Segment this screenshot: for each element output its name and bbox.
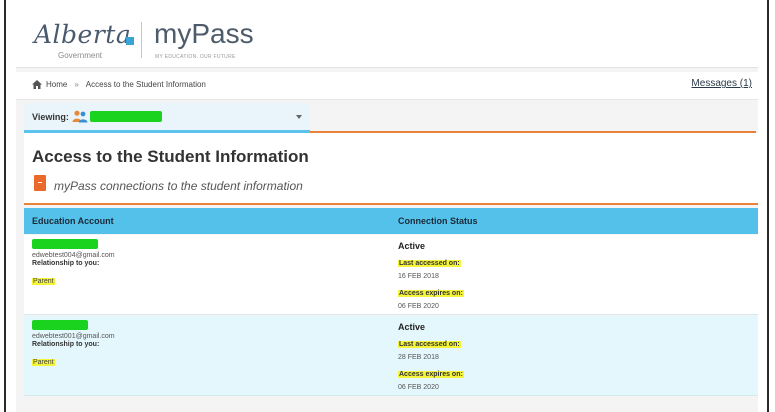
alberta-logo-square <box>126 37 134 45</box>
redacted-student-name <box>90 111 162 122</box>
access-expires-label: Access expires on: <box>398 371 464 378</box>
logo-divider <box>141 22 142 58</box>
last-accessed-date: 28 FEB 2018 <box>398 354 439 361</box>
status-cell: Active Last accessed on: 28 FEB 2018 Acc… <box>398 322 598 393</box>
site-header: Alberta Government myPass MY EDUCATION. … <box>16 6 758 68</box>
breadcrumb-home[interactable]: Home <box>46 80 67 89</box>
table-header: Education Account Connection Status <box>24 208 758 234</box>
access-expires-date: 06 FEB 2020 <box>398 384 439 391</box>
column-header-education-account: Education Account <box>32 216 114 226</box>
access-expires-date: 06 FEB 2020 <box>398 303 439 310</box>
browser-frame: Alberta Government myPass MY EDUCATION. … <box>4 0 769 412</box>
column-header-connection-status: Connection Status <box>398 216 478 226</box>
breadcrumb: Home » Access to the Student Information <box>32 80 206 89</box>
redacted-account-name <box>32 239 98 249</box>
relationship-value: Parent <box>32 359 55 366</box>
messages-link[interactable]: Messages (1) <box>691 78 752 89</box>
home-icon[interactable] <box>32 80 42 89</box>
mypass-tagline: MY EDUCATION. OUR FUTURE <box>155 54 236 60</box>
viewing-label: Viewing: <box>32 112 69 122</box>
page-container: Alberta Government myPass MY EDUCATION. … <box>16 6 758 412</box>
breadcrumb-bar: Home » Access to the Student Information… <box>16 72 758 100</box>
relationship-value: Parent <box>32 278 55 285</box>
account-cell: edwebtest001@gmail.com Relationship to y… <box>32 320 332 369</box>
alberta-government-text: Government <box>58 51 103 60</box>
table-row: edwebtest004@gmail.com Relationship to y… <box>24 235 758 315</box>
breadcrumb-current: Access to the Student Information <box>85 80 206 89</box>
account-email: edwebtest001@gmail.com <box>32 333 115 340</box>
page-title: Access to the Student Information <box>32 147 309 166</box>
relationship-label: Relationship to you: <box>32 341 100 348</box>
account-email: edwebtest004@gmail.com <box>32 252 115 259</box>
table-row: edwebtest001@gmail.com Relationship to y… <box>24 316 758 396</box>
page-subtitle: myPass connections to the student inform… <box>54 179 303 193</box>
last-accessed-label: Last accessed on: <box>398 260 461 267</box>
mypass-logo-text: myPass <box>154 18 254 49</box>
status-cell: Active Last accessed on: 16 FEB 2018 Acc… <box>398 241 598 312</box>
last-accessed-label: Last accessed on: <box>398 341 461 348</box>
relationship-label: Relationship to you: <box>32 260 100 267</box>
document-icon <box>34 175 46 191</box>
connection-status: Active <box>398 322 426 332</box>
chevron-down-icon[interactable] <box>296 115 302 119</box>
alberta-logo-text: Alberta <box>34 20 132 49</box>
people-icon <box>72 110 88 123</box>
redacted-account-name <box>32 320 88 330</box>
connection-status: Active <box>398 241 426 251</box>
breadcrumb-separator: » <box>74 80 79 89</box>
section-header: Access to the Student Information myPass… <box>24 133 758 205</box>
last-accessed-date: 16 FEB 2018 <box>398 273 439 280</box>
access-expires-label: Access expires on: <box>398 290 464 297</box>
account-cell: edwebtest004@gmail.com Relationship to y… <box>32 239 332 288</box>
viewing-selector[interactable]: Viewing: <box>24 103 310 133</box>
